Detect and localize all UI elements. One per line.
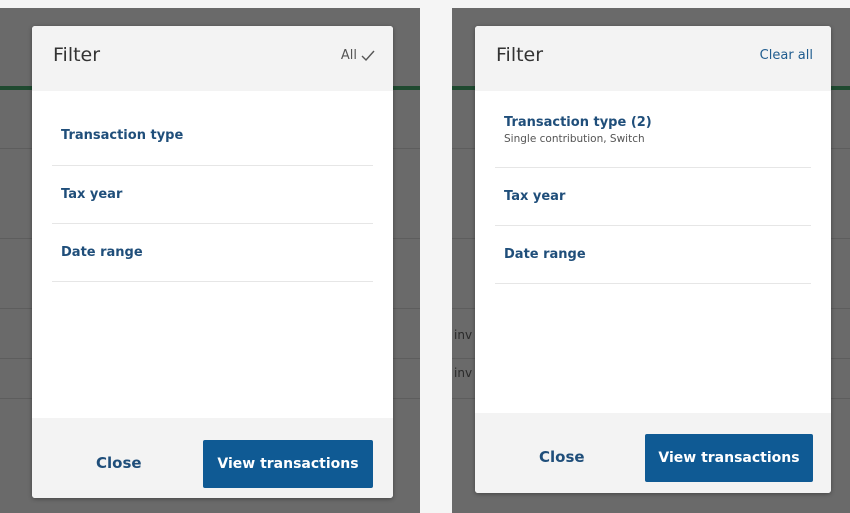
modal-footer: Close View transactions: [475, 413, 831, 493]
close-button[interactable]: Close: [96, 454, 142, 472]
filter-modal: Filter All Transaction type Tax year Dat…: [32, 26, 393, 498]
filter-item-transaction-type[interactable]: Transaction type: [52, 91, 373, 166]
filter-item-tax-year[interactable]: Tax year: [52, 166, 373, 224]
modal-header: Filter Clear all: [475, 26, 831, 91]
close-button[interactable]: Close: [539, 448, 585, 466]
filter-item-label: Date range: [61, 245, 143, 260]
left-screen: Filter All Transaction type Tax year Dat…: [0, 8, 420, 513]
modal-title: Filter: [496, 44, 544, 66]
clear-all-button[interactable]: Clear all: [760, 48, 813, 63]
background-peek-text: inv: [454, 366, 473, 380]
modal-header: Filter All: [32, 26, 393, 91]
filter-item-transaction-type[interactable]: Transaction type (2) Single contribution…: [495, 91, 811, 168]
filter-item-label: Transaction type: [61, 127, 184, 143]
filter-item-tax-year[interactable]: Tax year: [495, 168, 811, 226]
right-screen: inv inv Filter Clear all Transaction typ…: [452, 8, 850, 513]
filter-item-date-range[interactable]: Date range: [52, 224, 373, 282]
modal-title: Filter: [53, 44, 101, 66]
filter-item-selection-summary: Single contribution, Switch: [504, 133, 645, 145]
select-all-button[interactable]: All: [341, 48, 375, 63]
modal-footer: Close View transactions: [32, 418, 393, 498]
filter-item-label: Tax year: [61, 187, 123, 202]
filter-modal: Filter Clear all Transaction type (2) Si…: [475, 26, 831, 493]
select-all-label: All: [340, 48, 357, 63]
filter-item-label: Transaction type (2): [504, 115, 652, 130]
check-icon: [361, 50, 375, 61]
filter-item-label: Tax year: [504, 189, 566, 204]
filter-list: Transaction type (2) Single contribution…: [475, 91, 831, 284]
filter-item-label: Date range: [504, 247, 586, 262]
background-peek-text: inv: [454, 328, 473, 342]
view-transactions-button[interactable]: View transactions: [645, 434, 813, 482]
view-transactions-button[interactable]: View transactions: [203, 440, 373, 488]
filter-list: Transaction type Tax year Date range: [32, 91, 393, 282]
filter-item-date-range[interactable]: Date range: [495, 226, 811, 284]
